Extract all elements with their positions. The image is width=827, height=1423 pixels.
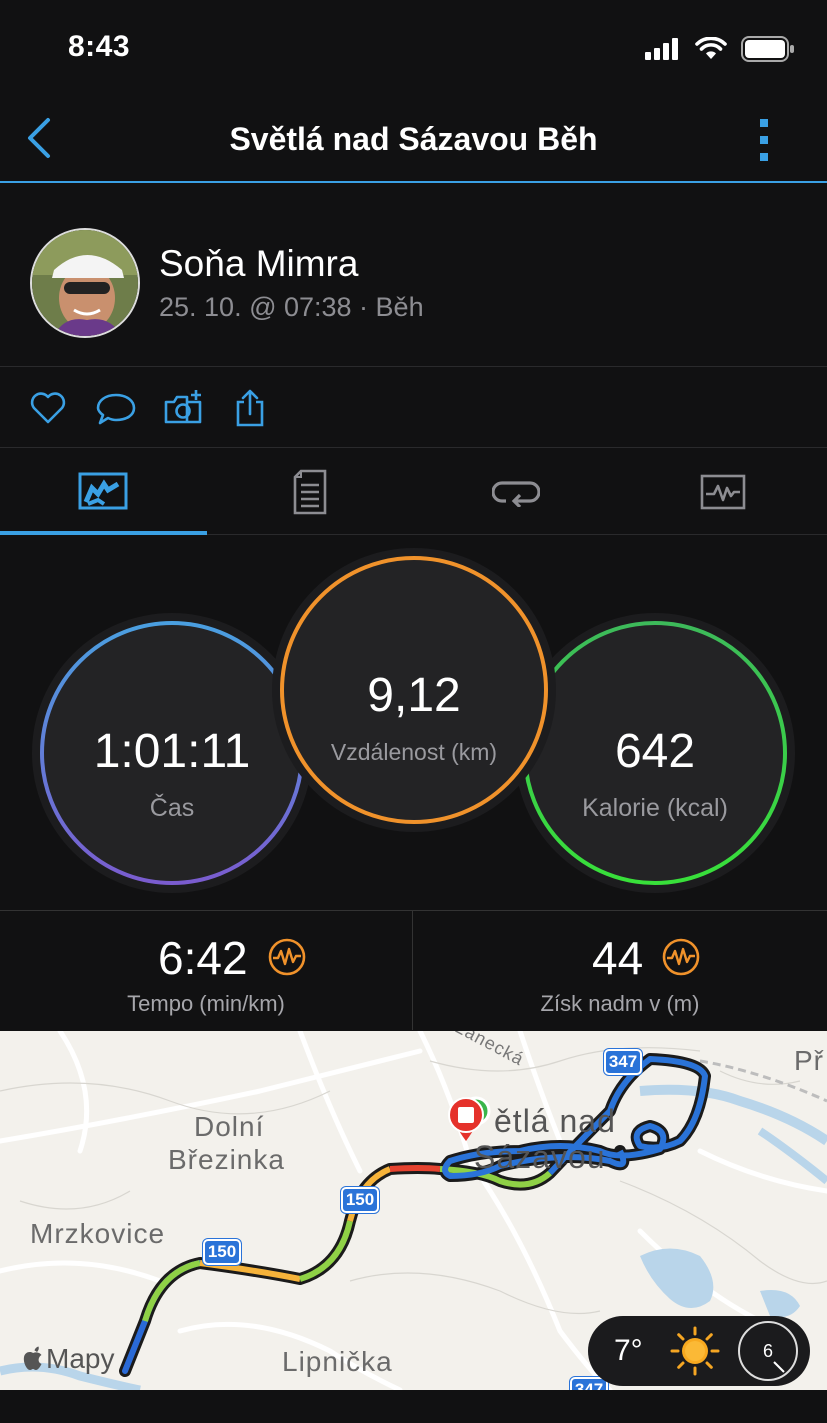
road-shield-347: 347 [604, 1049, 642, 1075]
activity-tabs [0, 449, 827, 535]
elevation-stat[interactable]: 44 Získ nadm v (m) [413, 911, 827, 1031]
activity-date-type: 25. 10. @ 07:38 · Běh [159, 292, 424, 322]
share-icon[interactable] [230, 388, 270, 428]
activity-pulse-icon [268, 938, 306, 976]
status-icons [645, 34, 795, 64]
pace-label: Tempo (min/km) [127, 991, 285, 1016]
like-heart-icon[interactable] [28, 388, 68, 428]
calories-label: Kalorie (kcal) [582, 794, 728, 822]
map-label-dolni: Dolní [194, 1111, 265, 1142]
wind-compass: 6 [738, 1321, 798, 1381]
active-tab-indicator [0, 531, 207, 535]
summary-rings: 1:01:11 Čas 9,12 Vzdálenost (km) 642 Kal… [0, 536, 827, 910]
distance-value: 9,12 [367, 669, 461, 722]
user-name[interactable]: Soňa Mimra [159, 243, 358, 285]
tab-overview[interactable] [0, 449, 206, 535]
bottom-edge [0, 1390, 827, 1423]
avatar[interactable] [30, 228, 140, 338]
distance-label: Vzdálenost (km) [330, 739, 498, 765]
apple-logo-icon [23, 1346, 42, 1370]
comment-icon[interactable] [96, 388, 136, 428]
map-label-brezinka: Březinka [168, 1144, 285, 1175]
map-label-mrzkovice: Mrzkovice [30, 1218, 166, 1249]
more-options-icon[interactable] [749, 117, 779, 163]
status-time: 8:43 [68, 30, 131, 63]
tab-charts[interactable] [620, 449, 826, 535]
overview-chart-icon [78, 472, 128, 510]
time-label: Čas [149, 794, 195, 822]
status-bar: 8:43 [0, 0, 827, 95]
heart-rate-chart-icon [700, 474, 746, 510]
map-label-lipnicka: Lipnička [282, 1346, 393, 1377]
calories-value: 642 [614, 725, 696, 778]
wind-direction-pointer-icon [773, 1361, 785, 1373]
route-map[interactable]: Lánecká Př ětlá nad Sázavou Dolní Březin… [0, 1031, 827, 1390]
road-shield-150: 150 [341, 1187, 379, 1213]
time-value: 1:01:11 [93, 725, 251, 778]
laps-loop-icon [492, 481, 540, 507]
cellular-signal-icon [645, 38, 678, 60]
stats-divider [412, 910, 413, 1030]
weather-temperature: 7° [614, 1334, 643, 1367]
wifi-icon [695, 37, 727, 59]
action-bar [0, 368, 827, 448]
weather-widget[interactable]: 7° 6 [588, 1316, 810, 1386]
pace-value: 6:42 [158, 932, 248, 984]
tab-details[interactable] [207, 449, 413, 535]
add-photo-camera-icon[interactable] [163, 388, 203, 428]
maps-attribution-text: Mapy [46, 1343, 115, 1374]
document-list-icon [293, 469, 327, 515]
map-label-town-2: Sázavou [474, 1139, 606, 1175]
map-label-pr: Př [794, 1045, 824, 1076]
map-label-town: ětlá nad [494, 1103, 616, 1139]
stats-row: 6:42 Tempo (min/km) 44 Získ nadm v (m) [0, 910, 827, 1030]
page-title: Světlá nad Sázavou Běh [229, 121, 598, 157]
elevation-value: 44 [592, 932, 644, 984]
activity-owner: Soňa Mimra 25. 10. @ 07:38 · Běh [0, 185, 827, 367]
tab-laps[interactable] [413, 449, 619, 535]
battery-icon [741, 36, 794, 62]
rings-graphic [32, 548, 795, 893]
activity-pulse-icon [662, 938, 700, 976]
sun-icon [670, 1326, 720, 1376]
avatar-photo [32, 230, 138, 336]
maps-attribution: Mapy [22, 1343, 114, 1375]
elevation-label: Získ nadm v (m) [540, 991, 700, 1016]
road-shield-150: 150 [203, 1239, 241, 1265]
back-chevron-icon[interactable] [20, 115, 60, 161]
pace-stat[interactable]: 6:42 Tempo (min/km) [0, 911, 412, 1031]
navigation-bar: Světlá nad Sázavou Běh [0, 95, 827, 183]
